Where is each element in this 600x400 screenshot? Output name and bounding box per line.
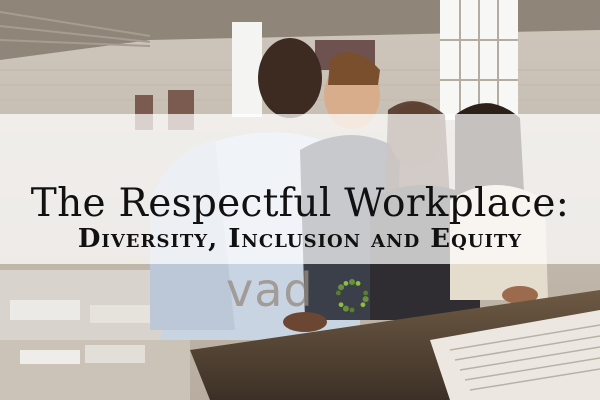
logo-ring-dot xyxy=(335,296,342,303)
logo-ring-dot xyxy=(360,302,366,308)
logo-ring-dot xyxy=(335,290,341,296)
vado-logo: vad xyxy=(226,263,386,322)
logo-ring-dot xyxy=(338,284,345,291)
logo-ring-dot xyxy=(359,284,366,291)
logo-ring-dot xyxy=(343,280,349,286)
logo-ring-dot xyxy=(349,307,355,313)
logo-ring-dot xyxy=(349,279,355,285)
logo-text: vad xyxy=(226,263,314,317)
logo-ring-dot xyxy=(342,305,349,312)
logo-ring-dot xyxy=(355,305,362,312)
page-title: The Respectful Workplace: xyxy=(30,181,570,227)
logo-ring-dot xyxy=(363,290,369,296)
logo-ring-dot xyxy=(355,280,361,286)
logo-ring-icon xyxy=(335,279,369,313)
page-subtitle: Diversity, Inclusion and Equity xyxy=(77,224,523,254)
logo-ring-dot xyxy=(338,302,344,308)
logo-ring-dot xyxy=(362,296,369,303)
